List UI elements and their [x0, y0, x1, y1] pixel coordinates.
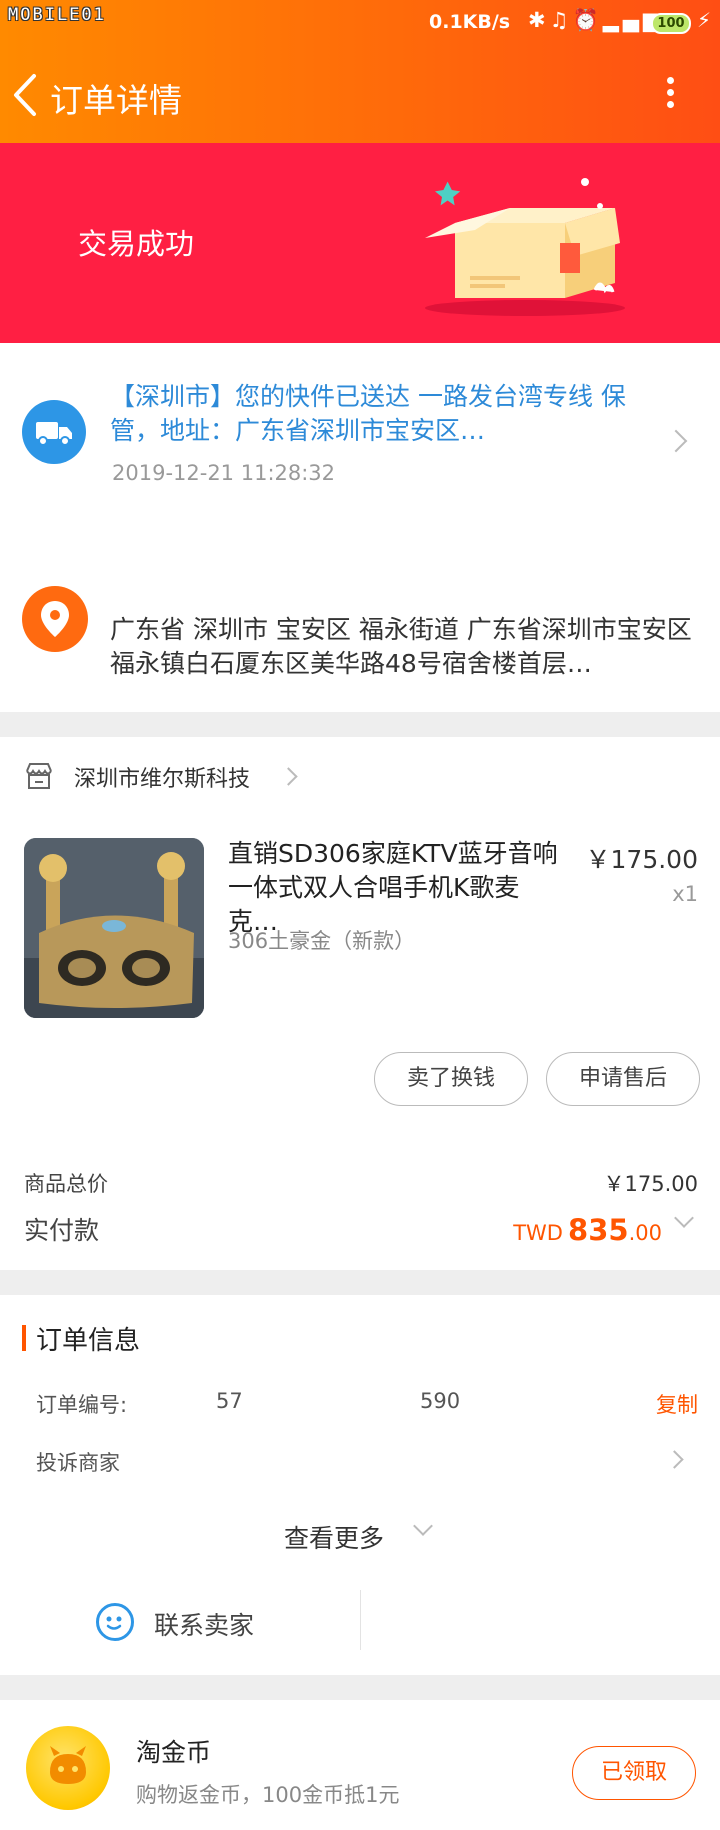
- copy-button[interactable]: 复制: [656, 1389, 698, 1419]
- paid-label: 实付款: [24, 1216, 100, 1245]
- gold-coin-icon: [26, 1726, 110, 1810]
- order-info-card: 订单信息 订单编号: 57 590 复制 投诉商家 查看更多 联系卖家: [0, 1295, 720, 1675]
- logistics-time: 2019-12-21 11:28:32: [112, 461, 336, 485]
- battery-indicator: 100: [651, 13, 691, 34]
- status-bar: MOBILE01 0.1KB/s ✱♫⏰▂▄▆ 100 ⚡: [0, 0, 720, 46]
- see-more-label: 查看更多: [284, 1524, 385, 1553]
- mute-icon: ♫: [549, 8, 573, 32]
- contact-seller-label: 联系卖家: [154, 1611, 255, 1640]
- section-accent-bar: [22, 1325, 26, 1351]
- box-illustration-icon: [425, 178, 625, 316]
- goods-total-value: ￥175.00: [603, 1172, 698, 1196]
- vertical-divider: [360, 1590, 361, 1650]
- location-pin-icon: [22, 586, 88, 652]
- product-image: [24, 838, 204, 1018]
- chat-face-icon: [96, 1603, 134, 1641]
- net-speed: 0.1KB/s: [429, 11, 511, 33]
- top-bar: MOBILE01 0.1KB/s ✱♫⏰▂▄▆ 100 ⚡ 订单详情: [0, 0, 720, 143]
- product-price: ￥175.00: [585, 845, 698, 874]
- order-status: 交易成功: [78, 227, 195, 261]
- product-sku: 306土豪金（新款）: [228, 929, 416, 953]
- order-status-banner: 交易成功: [0, 143, 720, 343]
- logistics-text: 【深圳市】您的快件已送达 一路发台湾专线 保管，地址：广东省深圳市宝安区…: [110, 382, 626, 445]
- status-icons: ✱♫⏰▂▄▆: [528, 8, 663, 33]
- paid-integer: 835: [568, 1213, 629, 1247]
- address-text: 广东省 深圳市 宝安区 福永街道 广东省深圳市宝安区福永镇白石厦东区美华路48号…: [110, 615, 692, 678]
- shop-name: 深圳市维尔斯科技: [74, 767, 251, 792]
- coins-title: 淘金币: [136, 1738, 212, 1767]
- chevron-down-icon: [413, 1516, 433, 1536]
- order-number-part1: 57: [216, 1389, 243, 1413]
- back-arrow-icon[interactable]: [10, 70, 50, 120]
- bluetooth-icon: ✱: [528, 8, 550, 32]
- delivery-card: 【深圳市】您的快件已送达 一路发台湾专线 保管，地址：广东省深圳市宝安区… 20…: [0, 343, 720, 712]
- product-title: 直销SD306家庭KTV蓝牙音响一体式双人合唱手机K歌麦克…: [228, 839, 558, 936]
- coins-card: 淘金币 购物返金币，100金币抵1元 已领取: [0, 1700, 720, 1830]
- chevron-down-icon[interactable]: [674, 1208, 694, 1228]
- paid-amount: TWD 835.00: [513, 1213, 662, 1247]
- store-icon: [26, 763, 52, 789]
- claimed-button[interactable]: 已领取: [572, 1746, 696, 1800]
- order-number-label: 订单编号:: [36, 1393, 128, 1417]
- watermark-logo: MOBILE01: [8, 5, 106, 25]
- after-sale-button[interactable]: 申请售后: [546, 1052, 700, 1106]
- product-quantity: x1: [672, 882, 698, 906]
- paid-decimal: .00: [628, 1221, 662, 1245]
- charging-icon: ⚡: [697, 8, 712, 32]
- paid-currency: TWD: [513, 1221, 563, 1245]
- product-card: 深圳市维尔斯科技 直销SD306家庭KTV蓝牙音响一体式双人合唱手机K歌麦克… …: [0, 737, 720, 1270]
- chevron-right-icon: [664, 429, 688, 453]
- alarm-icon: ⏰: [572, 8, 603, 32]
- complaint-label: 投诉商家: [36, 1451, 120, 1475]
- chevron-right-icon: [665, 1450, 684, 1469]
- goods-total-label: 商品总价: [24, 1172, 108, 1196]
- sell-button[interactable]: 卖了换钱: [374, 1052, 528, 1106]
- truck-icon: [22, 400, 86, 464]
- order-number-part2: 590: [420, 1389, 461, 1413]
- order-info-title: 订单信息: [36, 1326, 141, 1356]
- chevron-right-icon: [279, 767, 298, 786]
- page-title: 订单详情: [50, 81, 182, 120]
- app-header: 订单详情: [0, 60, 720, 140]
- more-menu-icon[interactable]: [650, 72, 690, 122]
- coins-subtitle: 购物返金币，100金币抵1元: [136, 1783, 400, 1807]
